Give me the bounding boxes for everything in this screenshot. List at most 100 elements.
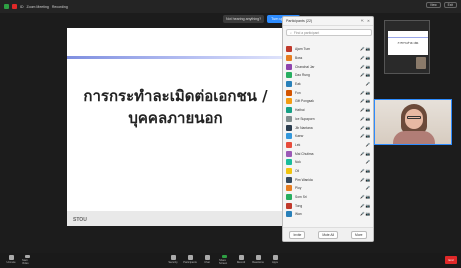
avatar <box>286 72 292 79</box>
exit-button[interactable]: Exit <box>443 2 457 8</box>
avatar <box>286 133 292 140</box>
participant-row[interactable]: Tong 🎤 📷 <box>283 201 373 210</box>
avatar <box>286 115 292 122</box>
close-icon[interactable]: ✕ <box>367 19 370 23</box>
mute-button[interactable]: Unmute <box>6 255 16 265</box>
speaker-video-tile[interactable] <box>374 99 452 145</box>
participant-status-icons: 🎤 📷 <box>360 108 370 113</box>
participant-name: Ajarn Tum <box>295 47 311 52</box>
participant-status-icons: 🎤 📷 <box>360 125 370 130</box>
participant-name: Mai Chutima <box>295 151 314 156</box>
search-placeholder: Find a participant <box>293 30 320 35</box>
shield-icon[interactable] <box>4 4 9 9</box>
avatar <box>286 81 292 88</box>
avatar <box>286 89 292 96</box>
participant-name: Tong <box>295 203 303 208</box>
chat-button[interactable]: Chat <box>202 255 212 265</box>
participants-footer: Invite Mute All More <box>283 227 373 241</box>
slide-logo: STOU <box>73 217 87 223</box>
record-icon <box>238 255 244 260</box>
avatar <box>286 185 292 192</box>
participant-status-icons: 🎤 📷 <box>360 116 370 121</box>
participant-row[interactable]: Chanchai Jar 🎤 📷 <box>283 62 373 71</box>
participant-name: Ice Supaporn <box>295 116 315 121</box>
recording-label: Recording <box>51 4 68 9</box>
microphone-icon <box>8 255 14 260</box>
participants-title: Participants (22) <box>286 19 313 23</box>
participant-row[interactable]: Nok 🎤 <box>283 158 373 167</box>
participant-row[interactable]: Jib Nantana 🎤 📷 <box>283 123 373 132</box>
participant-status-icons: 🎤 📷 <box>360 73 370 78</box>
smiley-icon <box>255 255 261 260</box>
participant-row[interactable]: Ploy 🎤 <box>283 184 373 193</box>
shared-screen-slide: การกระทำละเมิดต่อเอกชน / บุคคลภายนอก STO… <box>67 28 284 226</box>
participant-status-icons: 🎤 📷 <box>360 47 370 52</box>
participant-row[interactable]: Lek 🎤 <box>283 141 373 150</box>
participants-panel: Participants (22) ⇱ ✕ ⌕ Find a participa… <box>282 16 374 242</box>
participant-name: Eak <box>295 82 301 87</box>
participant-name: Kaew <box>295 134 304 139</box>
participant-row[interactable]: Dao Rung 🎤 📷 <box>283 71 373 80</box>
participant-status-icons: 🎤 <box>365 186 370 191</box>
slide-accent-bar <box>67 56 284 59</box>
more-button[interactable]: More <box>351 230 367 239</box>
mute-all-button[interactable]: Mute All <box>318 230 339 239</box>
participant-status-icons: 🎤 <box>365 82 370 87</box>
share-screen-icon <box>221 255 227 258</box>
thumbnail-participant <box>416 57 426 69</box>
participant-status-icons: 🎤 📷 <box>360 64 370 69</box>
avatar <box>286 46 292 53</box>
participant-row[interactable]: Hathai 🎤 📷 <box>283 106 373 115</box>
participant-name: Gift Pongsak <box>295 99 314 104</box>
participant-status-icons: 🎤 📷 <box>360 195 370 200</box>
apps-button[interactable]: Apps <box>270 255 280 265</box>
participant-row[interactable]: Kaew 🎤 📷 <box>283 132 373 141</box>
participant-row[interactable]: Pim Wanida 🎤 📷 <box>283 175 373 184</box>
participant-row[interactable]: Ajarn Tum 🎤 📷 <box>283 45 373 54</box>
participant-name: Boss <box>295 56 303 61</box>
avatar <box>286 167 292 174</box>
participant-status-icons: 🎤 📷 <box>360 168 370 173</box>
end-meeting-button[interactable]: End <box>445 256 457 264</box>
audio-prompt-text: Not hearing anything? <box>223 15 265 23</box>
participants-button[interactable]: Participants <box>183 255 197 265</box>
participants-header: Participants (22) ⇱ ✕ <box>283 17 373 26</box>
chat-icon <box>204 255 210 260</box>
view-button[interactable]: View <box>425 2 441 8</box>
avatar <box>286 211 292 218</box>
share-screen-button[interactable]: Share Screen <box>219 255 229 265</box>
participant-name: Ploy <box>295 186 302 191</box>
participant-row[interactable]: Oil 🎤 📷 <box>283 167 373 176</box>
avatar <box>286 107 292 114</box>
recording-icon <box>12 4 17 9</box>
participant-name: Lek <box>295 142 301 147</box>
thumbnail-slide: การกระทำละเมิด <box>388 31 428 55</box>
participant-row[interactable]: Gift Pongsak 🎤 📷 <box>283 97 373 106</box>
participant-status-icons: 🎤 📷 <box>360 177 370 182</box>
avatar <box>286 63 292 70</box>
participant-status-icons: 🎤 📷 <box>360 90 370 95</box>
participant-name: Fon <box>295 90 301 95</box>
thumbnail-video-tile[interactable]: การกระทำละเมิด <box>384 20 430 74</box>
video-button[interactable]: Start Video <box>22 255 32 265</box>
invite-button[interactable]: Invite <box>289 230 306 239</box>
participant-row[interactable]: Fon 🎤 📷 <box>283 88 373 97</box>
slide-title-line-1: การกระทำละเมิดต่อเอกชน / <box>83 87 268 105</box>
participant-row[interactable]: Eak 🎤 <box>283 80 373 89</box>
record-button[interactable]: Record <box>236 255 246 265</box>
avatar <box>286 176 292 183</box>
participant-status-icons: 🎤 📷 <box>360 99 370 104</box>
popout-icon[interactable]: ⇱ <box>361 19 364 23</box>
participant-search-input[interactable]: ⌕ Find a participant <box>286 29 372 36</box>
security-button[interactable]: Security <box>168 255 178 265</box>
apps-icon <box>272 255 278 260</box>
participant-row[interactable]: Som Sri 🎤 📷 <box>283 193 373 202</box>
participant-row[interactable]: Ice Supaporn 🎤 📷 <box>283 115 373 124</box>
participant-row[interactable]: Mai Chutima 🎤 📷 <box>283 149 373 158</box>
reactions-button[interactable]: Reactions <box>252 255 264 265</box>
participant-row[interactable]: Boss 🎤 📷 <box>283 54 373 63</box>
top-bar: ID Zoom Meeting Recording View Exit <box>0 0 461 13</box>
participant-row[interactable]: Wan 🎤 📷 <box>283 210 373 219</box>
participant-name: Chanchai Jar <box>295 64 315 69</box>
avatar <box>286 141 292 148</box>
